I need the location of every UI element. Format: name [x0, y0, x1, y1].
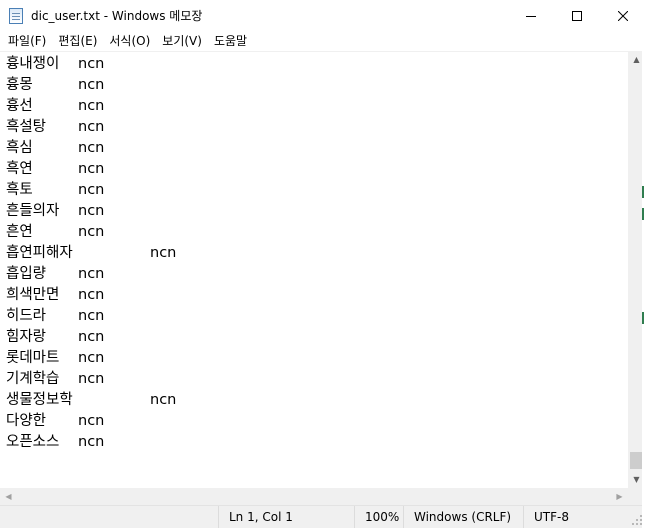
dictionary-word: 흔연 [6, 224, 33, 240]
close-button[interactable] [600, 0, 646, 31]
pos-tag: ncn [78, 140, 105, 156]
window-title: dic_user.txt - Windows 메모장 [31, 9, 203, 23]
dictionary-word: 생물정보학 [6, 392, 73, 408]
pos-tag: ncn [78, 161, 105, 177]
text-editor[interactable]: 흉내쟁이 ncn 흉몽 ncn 흉선 ncn 흑설탕 ncn 흑심 ncn 흑연 ncn 흑토 ncn 흔들… [0, 51, 628, 488]
pos-tag: ncn [78, 182, 105, 198]
pos-tag: ncn [78, 119, 105, 135]
horizontal-scrollbar[interactable]: ◀ ▶ [0, 488, 628, 505]
dictionary-word: 흑심 [6, 140, 33, 156]
dictionary-word: 히드라 [6, 308, 47, 324]
line-ending: Windows (CRLF) [403, 506, 511, 528]
menu-bar: 파일(F) 편집(E) 서식(O) 보기(V) 도움말 [0, 31, 641, 51]
dictionary-word: 오픈소스 [6, 434, 60, 450]
status-bar: Ln 1, Col 1 100% Windows (CRLF) UTF-8 [0, 505, 645, 528]
dictionary-word: 흉내쟁이 [6, 56, 60, 72]
edge-mark [642, 208, 644, 220]
pos-tag: ncn [78, 329, 105, 345]
dictionary-word: 흡연피해자 [6, 245, 73, 261]
minimize-button[interactable] [508, 0, 554, 31]
pos-tag: ncn [78, 308, 105, 324]
pos-tag: ncn [78, 77, 105, 93]
minimize-icon [526, 15, 536, 17]
notepad-icon [9, 8, 23, 24]
title-bar[interactable]: dic_user.txt - Windows 메모장 [0, 0, 641, 31]
pos-tag: ncn [78, 287, 105, 303]
pos-tag: ncn [78, 56, 105, 72]
dictionary-word: 다양한 [6, 413, 47, 429]
maximize-icon [572, 10, 582, 21]
menu-edit[interactable]: 편집(E) [52, 31, 103, 51]
edge-mark [642, 186, 644, 198]
pos-tag: ncn [78, 350, 105, 366]
scroll-right-icon[interactable]: ▶ [611, 488, 628, 505]
pos-tag: ncn [78, 413, 105, 429]
close-icon [618, 10, 628, 21]
edge-mark [642, 312, 644, 324]
dictionary-word: 희색만면 [6, 287, 60, 303]
menu-view[interactable]: 보기(V) [156, 31, 208, 51]
dictionary-word: 흑연 [6, 161, 33, 177]
dictionary-word: 힘자랑 [6, 329, 47, 345]
pos-tag: ncn [78, 371, 105, 387]
pos-tag: ncn [78, 98, 105, 114]
pos-tag: ncn [78, 203, 105, 219]
dictionary-word: 흉선 [6, 98, 33, 114]
dictionary-word: 흑토 [6, 182, 33, 198]
scroll-left-icon[interactable]: ◀ [0, 488, 17, 505]
zoom-level: 100% [354, 506, 399, 528]
resize-grip-icon[interactable] [632, 515, 642, 525]
dictionary-word: 흡입량 [6, 266, 47, 282]
pos-tag: ncn [150, 392, 177, 408]
pos-tag: ncn [78, 434, 105, 450]
dictionary-word: 흔들의자 [6, 203, 60, 219]
menu-help[interactable]: 도움말 [208, 31, 253, 51]
pos-tag: ncn [78, 266, 105, 282]
pos-tag: ncn [150, 245, 177, 261]
menu-file[interactable]: 파일(F) [2, 31, 52, 51]
dictionary-word: 기계학습 [6, 371, 60, 387]
pos-tag: ncn [78, 224, 105, 240]
dictionary-word: 흑설탕 [6, 119, 47, 135]
notepad-window: dic_user.txt - Windows 메모장 파일(F) 편집(E) 서… [0, 0, 645, 528]
dictionary-word: 흉몽 [6, 77, 33, 93]
encoding: UTF-8 [523, 506, 569, 528]
background-window-edge [642, 0, 649, 528]
dictionary-word: 롯데마트 [6, 350, 60, 366]
maximize-button[interactable] [554, 0, 600, 31]
menu-format[interactable]: 서식(O) [103, 31, 156, 51]
cursor-position: Ln 1, Col 1 [218, 506, 293, 528]
